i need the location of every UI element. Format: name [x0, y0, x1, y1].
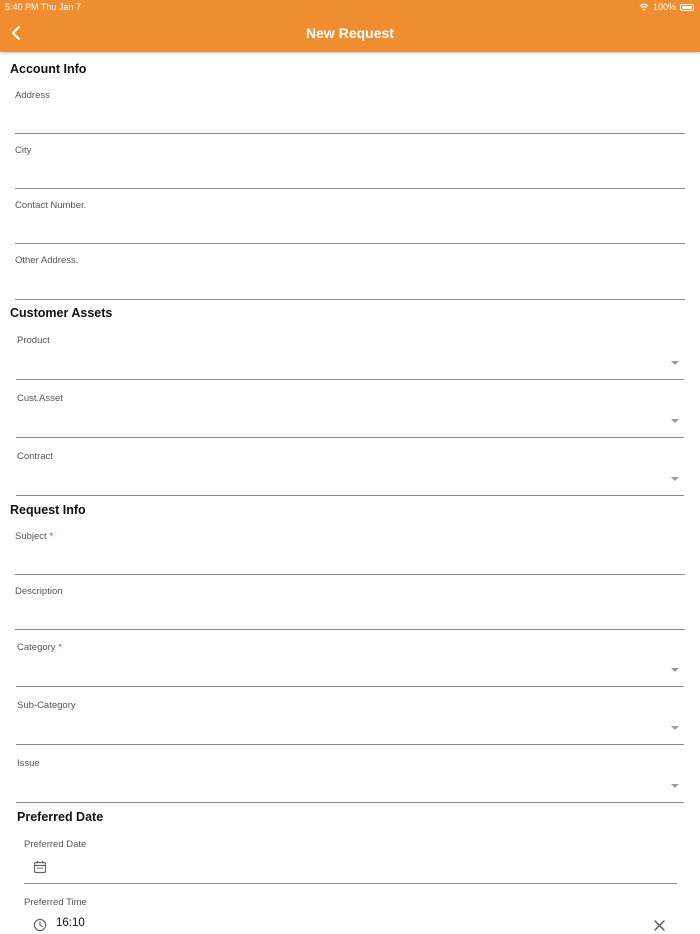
description-label: Description	[15, 586, 63, 597]
subject-underline	[15, 574, 685, 575]
issue-label: Issue	[17, 758, 40, 769]
category-underline	[16, 686, 684, 687]
address-field[interactable]: Address	[15, 88, 685, 134]
sub-category-select[interactable]: Sub-Category	[16, 698, 684, 745]
issue-underline	[16, 802, 684, 803]
description-underline	[15, 629, 685, 630]
page-title: New Request	[306, 25, 394, 41]
preferred-date-label: Preferred Date	[24, 839, 87, 850]
section-request-info: Request Info	[10, 503, 86, 517]
wifi-icon	[639, 3, 649, 11]
product-underline	[16, 379, 684, 380]
address-label: Address	[15, 90, 50, 101]
other-address-underline	[15, 299, 685, 300]
product-select[interactable]: Product	[16, 333, 684, 380]
issue-select[interactable]: Issue	[16, 756, 684, 803]
cust-asset-select[interactable]: Cust.Asset	[16, 391, 684, 438]
subject-label-text: Subject	[15, 531, 47, 542]
calendar-icon[interactable]	[33, 860, 47, 874]
chevron-down-icon	[671, 726, 679, 730]
top-app-bar: 5:40 PM Thu Jan 7 100% New Request	[0, 0, 700, 52]
contract-underline	[16, 495, 684, 496]
contract-label: Contract	[17, 451, 53, 462]
contact-number-label: Contact Number.	[15, 200, 87, 211]
required-asterisk: *	[49, 531, 54, 542]
chevron-down-icon	[671, 419, 679, 423]
sub-category-underline	[16, 744, 684, 745]
chevron-down-icon	[671, 477, 679, 481]
required-asterisk: *	[58, 642, 62, 653]
section-customer-assets: Customer Assets	[10, 306, 113, 320]
contract-select[interactable]: Contract	[16, 449, 684, 496]
chevron-down-icon	[671, 361, 679, 365]
contact-number-underline	[15, 243, 685, 244]
status-bar-right: 100%	[639, 2, 694, 12]
chevron-down-icon	[671, 668, 679, 672]
other-address-field[interactable]: Other Address.	[15, 253, 685, 300]
city-field[interactable]: City	[15, 143, 685, 189]
city-label: City	[15, 145, 32, 156]
battery-percent: 100%	[652, 2, 676, 12]
close-icon[interactable]	[654, 920, 665, 931]
clock-icon	[33, 918, 47, 932]
other-address-label: Other Address.	[15, 255, 79, 266]
category-label-text: Category	[17, 642, 56, 653]
chevron-down-icon	[671, 784, 679, 788]
subject-label: Subject *	[15, 531, 53, 542]
preferred-time-field[interactable]: Preferred Time 16:10	[24, 896, 677, 934]
category-label: Category *	[17, 642, 62, 653]
sub-category-label: Sub-Category	[17, 700, 76, 711]
preferred-time-value: 16:10	[56, 917, 85, 929]
city-underline	[15, 188, 685, 189]
product-label: Product	[17, 335, 50, 346]
preferred-time-label: Preferred Time	[24, 897, 87, 908]
preferred-date-field[interactable]: Preferred Date	[24, 838, 677, 884]
cust-asset-underline	[16, 437, 684, 438]
section-account-info: Account Info	[10, 62, 87, 76]
status-bar-time: 5:40 PM Thu Jan 7	[5, 2, 81, 12]
category-select[interactable]: Category *	[16, 640, 684, 687]
contact-number-field[interactable]: Contact Number.	[15, 198, 685, 244]
subject-field[interactable]: Subject *	[15, 529, 685, 575]
cust-asset-label: Cust.Asset	[17, 393, 63, 404]
preferred-date-underline	[24, 883, 677, 884]
description-field[interactable]: Description	[15, 584, 685, 630]
address-underline	[15, 133, 685, 134]
battery-icon	[680, 3, 694, 11]
section-preferred-date: Preferred Date	[17, 810, 104, 824]
